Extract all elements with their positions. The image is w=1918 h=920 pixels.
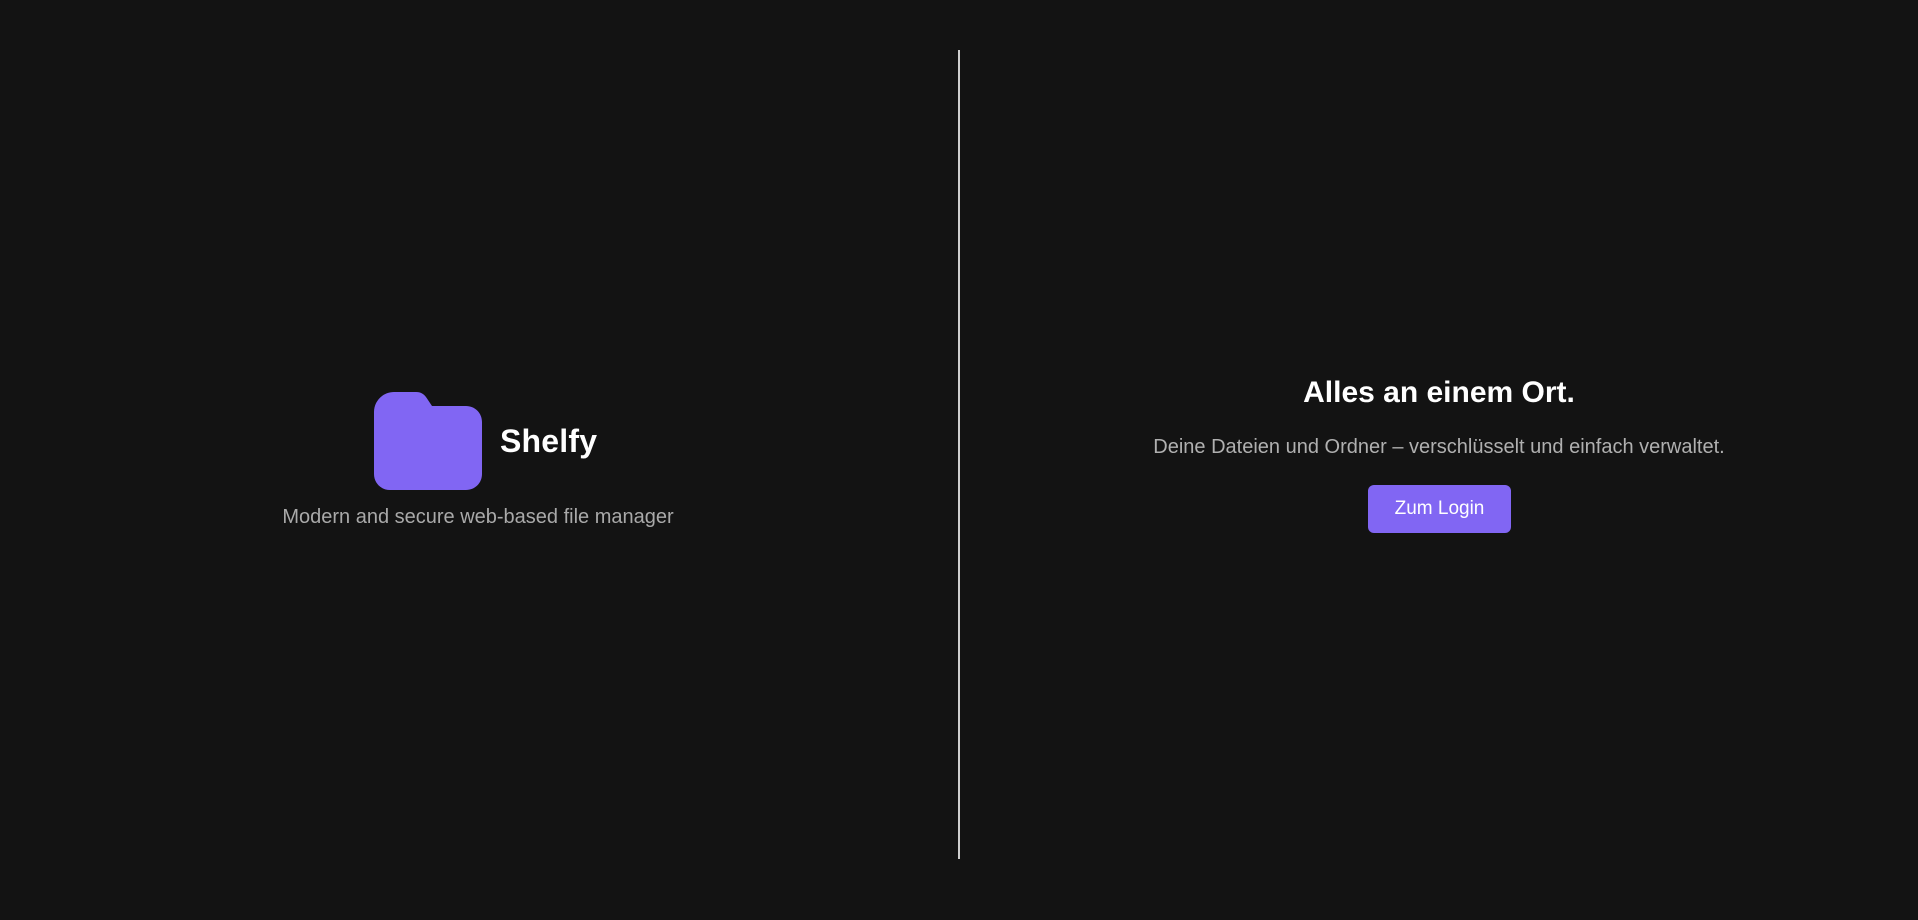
folder-icon (374, 392, 482, 490)
app-name: Shelfy (500, 422, 598, 459)
hero-subline: Deine Dateien und Ordner – verschlüsselt… (1153, 436, 1725, 458)
brand-panel: Shelfy Modern and secure web-based file … (0, 0, 959, 920)
app-tagline: Modern and secure web-based file manager (282, 506, 674, 528)
login-button[interactable]: Zum Login (1368, 485, 1511, 533)
landing-page: Shelfy Modern and secure web-based file … (0, 0, 1918, 920)
hero-headline: Alles an einem Ort. (1303, 376, 1575, 409)
hero-panel: Alles an einem Ort. Deine Dateien und Or… (960, 0, 1918, 920)
brand-logo: Shelfy (374, 392, 597, 490)
